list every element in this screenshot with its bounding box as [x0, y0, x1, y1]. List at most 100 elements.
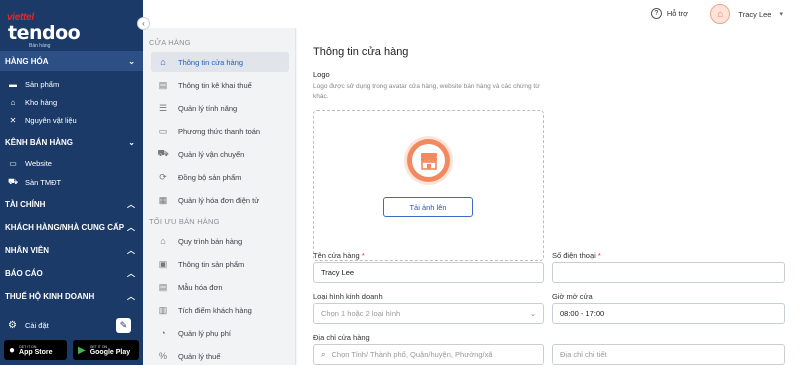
logo-description: Logo được sử dụng trong avatar cửa hàng,… [313, 83, 540, 100]
sidebar-item-label: Website [25, 158, 52, 168]
sidebar-item-kho-hang[interactable]: ⌂ Kho hàng [0, 93, 143, 111]
submenu-heading-optimize: TỐI ƯU BÁN HÀNG [149, 217, 220, 226]
chevron-down-icon: ⌄ [128, 137, 135, 147]
address-select[interactable]: ⌕ Chọn Tỉnh/ Thành phố, Quận/huyện, Phườ… [313, 344, 544, 365]
sync-icon: ⟳ [159, 171, 167, 182]
percent-icon: % [158, 351, 167, 361]
section-label: KÊNH BÁN HÀNG [5, 137, 73, 147]
submenu-item-label: Quản lý tính năng [178, 103, 238, 113]
chevron-down-icon: ▾ [779, 11, 783, 18]
sidebar-section-hang-hoa[interactable]: HÀNG HÓA ⌄ [0, 51, 143, 71]
sidebar-section-bao-cao[interactable]: BÁO CÁO ︿ [0, 263, 143, 283]
sidebar-section-nhan-vien[interactable]: NHÂN VIÊN ︿ [0, 240, 143, 260]
main-sidebar: viettel tendoo Bán hàng HÀNG HÓA ⌄ ▬ Sản… [0, 0, 143, 365]
help-link[interactable]: ? Hỗ trợ [650, 8, 688, 19]
sidebar-section-thue-ho[interactable]: THUẾ HỘ KINH DOANH ︿ [0, 286, 143, 306]
sidebar-section-khach-hang[interactable]: KHÁCH HÀNG/NHÀ CUNG CẤP ︿ [0, 217, 143, 237]
sidebar-item-nguyen-vat-lieu[interactable]: ✕ Nguyên vật liệu [0, 111, 143, 129]
google-play-button[interactable]: ▶ GET IT ON Google Play [73, 340, 139, 360]
submenu-item-label: Mẫu hóa đơn [178, 282, 223, 292]
apple-icon: ● [9, 344, 16, 356]
chevron-up-icon: ︿ [127, 291, 135, 301]
chevron-left-icon[interactable]: ‹ [137, 17, 150, 30]
monitor-icon: ▭ [9, 158, 17, 168]
business-type-label: Loại hình kinh doanh [313, 292, 383, 301]
submenu-item-surcharge[interactable]: ◔ Quản lý phụ phí [151, 323, 289, 343]
document-icon: ▤ [158, 79, 168, 90]
sidebar-settings[interactable]: ⚙ Cài đặt ✎ [0, 316, 143, 334]
required-mark: * [597, 251, 601, 260]
address-detail-input[interactable]: Địa chỉ chi tiết [552, 344, 785, 365]
invoice-icon: ▦ [158, 194, 168, 205]
open-hours-input[interactable]: 08:00 - 17:00 [552, 303, 785, 324]
chevron-up-icon: ︿ [127, 268, 135, 278]
section-label: HÀNG HÓA [5, 56, 49, 66]
sidebar-section-tai-chinh[interactable]: TÀI CHÍNH ︿ [0, 194, 143, 214]
main-content: Thông tin cửa hàng Logo Logo được sử dụn… [297, 28, 800, 365]
submenu-item-label: Quy trình bán hàng [178, 236, 243, 246]
open-hours-label: Giờ mở cửa [552, 292, 593, 301]
process-icon: ⌂ [160, 236, 166, 246]
sidebar-item-website[interactable]: ▭ Website [0, 154, 143, 172]
sidebar-item-san-pham[interactable]: ▬ Sản phẩm [0, 75, 143, 93]
store-icon [407, 139, 450, 182]
list-icon: ☰ [158, 102, 168, 113]
brand-logo[interactable]: viettel tendoo Bán hàng [7, 12, 97, 49]
section-label: NHÂN VIÊN [5, 245, 50, 255]
submenu-item-label: Thông tin sản phẩm [178, 259, 245, 269]
brand-sub: Bán hàng [29, 43, 51, 49]
box-icon: ▣ [158, 258, 168, 269]
submenu-item-product-info[interactable]: ▣ Thông tin sản phẩm [151, 254, 289, 274]
submenu-item-loyalty[interactable]: ▥ Tích điểm khách hàng [151, 300, 289, 320]
submenu-item-e-invoice[interactable]: ▦ Quản lý hóa đơn điện tử [151, 190, 289, 210]
card-icon: ▭ [158, 125, 168, 136]
submenu-item-store-info[interactable]: ⌂ Thông tin cửa hàng [151, 52, 289, 72]
gear-icon: ⚙ [8, 319, 17, 331]
submenu-item-label: Đồng bộ sản phẩm [178, 172, 242, 182]
phone-input[interactable] [552, 262, 785, 283]
truck-icon: ⛟ [157, 148, 169, 158]
upload-image-button[interactable]: Tải ảnh lên [383, 197, 473, 217]
cart-icon: ⛟ [7, 177, 19, 186]
submenu-item-label: Phương thức thanh toán [178, 126, 261, 136]
submenu-item-label: Tích điểm khách hàng [178, 305, 252, 315]
address-label: Địa chỉ cửa hàng [313, 333, 370, 342]
sidebar-item-san-tmdt[interactable]: ⛟ Sàn TMĐT [0, 173, 143, 191]
submenu-item-label: Thông tin kê khai thuế [178, 80, 252, 90]
submenu-item-shipping[interactable]: ⛟ Quản lý vận chuyển [151, 144, 289, 164]
brand-tendoo: tendoo [8, 22, 81, 44]
business-type-select[interactable]: Chọn 1 hoặc 2 loại hình ⌄ [313, 303, 544, 324]
edit-icon[interactable]: ✎ [116, 317, 131, 333]
submenu-item-sync[interactable]: ⟳ Đồng bộ sản phẩm [151, 167, 289, 187]
sidebar-item-label: Sản phẩm [25, 79, 60, 89]
submenu-item-tax[interactable]: % Quản lý thuế [151, 346, 289, 365]
page-title: Thông tin cửa hàng [313, 46, 409, 58]
required-mark: * [361, 251, 365, 260]
settings-submenu: CỬA HÀNG ⌂ Thông tin cửa hàng ▤ Thông ti… [143, 28, 296, 365]
logo-dropzone[interactable]: Tải ảnh lên [313, 110, 544, 261]
submenu-item-label: Quản lý hóa đơn điện tử [178, 195, 260, 205]
google-play-icon: ▶ [78, 344, 86, 356]
user-menu[interactable]: ⌂ Tracy Lee ▾ [710, 4, 783, 24]
submenu-item-invoice-template[interactable]: ▤ Mẫu hóa đơn [151, 277, 289, 297]
submenu-item-tax-declaration[interactable]: ▤ Thông tin kê khai thuế [151, 75, 289, 95]
section-label: THUẾ HỘ KINH DOANH [5, 291, 95, 301]
help-icon: ? [650, 8, 662, 19]
fee-icon: ◔ [160, 328, 166, 338]
store-name-input[interactable]: Tracy Lee [313, 262, 544, 283]
submenu-item-features[interactable]: ☰ Quản lý tính năng [151, 98, 289, 118]
settings-label: Cài đặt [24, 320, 49, 330]
submenu-item-label: Quản lý phụ phí [178, 328, 231, 338]
submenu-item-payment[interactable]: ▭ Phương thức thanh toán [151, 121, 289, 141]
top-bar: ? Hỗ trợ ⌂ Tracy Lee ▾ [143, 0, 800, 28]
app-store-button[interactable]: ● GET IT ON App Store [4, 340, 67, 360]
address-placeholder: Chọn Tỉnh/ Thành phố, Quận/huyện, Phường… [331, 350, 493, 359]
store-name-label-text: Tên cửa hàng [313, 251, 360, 260]
tools-icon: ✕ [9, 115, 17, 125]
sidebar-item-label: Sàn TMĐT [25, 177, 62, 187]
sidebar-section-kenh-ban-hang[interactable]: KÊNH BÁN HÀNG ⌄ [0, 132, 143, 152]
help-label: Hỗ trợ [666, 9, 688, 18]
submenu-heading-store: CỬA HÀNG [149, 38, 191, 47]
submenu-item-sales-process[interactable]: ⌂ Quy trình bán hàng [151, 231, 289, 251]
app-store-big: App Store [19, 348, 53, 356]
